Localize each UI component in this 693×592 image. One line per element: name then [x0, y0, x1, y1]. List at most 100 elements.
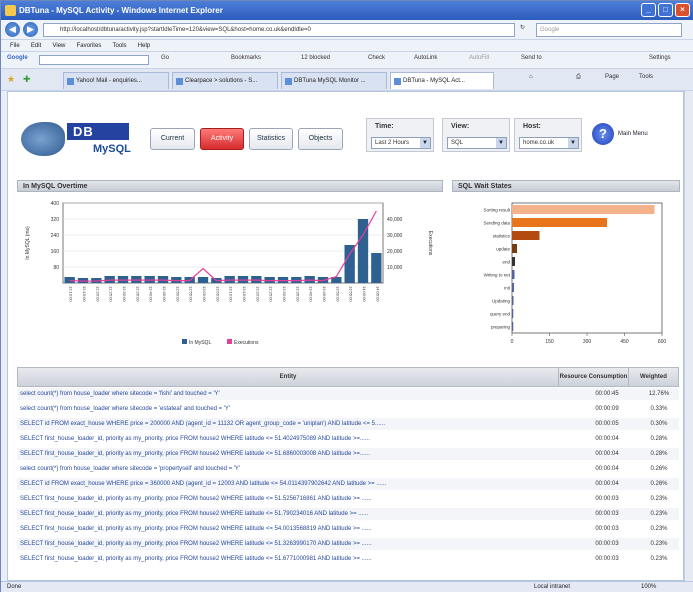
browser-window: DBTuna - MySQL Activity - Windows Intern…: [0, 0, 693, 592]
query-link[interactable]: SELECT first_house_loader_id, priority a…: [20, 448, 560, 460]
view-select[interactable]: SQL ▼: [447, 137, 507, 149]
nav-current[interactable]: Current: [150, 128, 195, 150]
x-tick-label: 12:20:00: [95, 286, 100, 302]
menu-file[interactable]: File: [10, 40, 20, 52]
page-menu[interactable]: Page: [605, 74, 619, 80]
time-select[interactable]: Last 2 Hours ▼: [371, 137, 431, 149]
table-row[interactable]: select count(*) from house_loader where …: [17, 403, 679, 415]
autofill-button[interactable]: AutoFill: [469, 55, 489, 61]
check-button[interactable]: Check: [368, 55, 385, 61]
query-link[interactable]: SELECT first_house_loader_id, priority a…: [20, 493, 560, 505]
status-bar: Done Local intranet 100%: [1, 581, 693, 592]
wait-states-chart: Sorting result Sending data statistics upda…: [452, 193, 680, 361]
menu-edit[interactable]: Edit: [31, 40, 41, 52]
resource-value: 00:00:04: [595, 481, 619, 487]
chevron-down-icon: ▼: [568, 138, 578, 148]
popup-blocked-button[interactable]: 12 blocked: [301, 55, 330, 61]
query-link[interactable]: SELECT id FROM exact_house WHERE price =…: [20, 478, 560, 490]
nav-statistics[interactable]: Statistics: [249, 128, 293, 150]
send-to-button[interactable]: Send to: [521, 55, 542, 61]
menu-tools[interactable]: Tools: [113, 40, 127, 52]
wait-category-label: statistics: [493, 234, 511, 239]
menu-help[interactable]: Help: [138, 40, 150, 52]
table-row[interactable]: SELECT first_house_loader_id, priority a…: [17, 538, 679, 550]
nav-activity[interactable]: Activity: [200, 128, 244, 150]
query-link[interactable]: select count(*) from house_loader where …: [20, 388, 560, 400]
x-tick-label: 13:00:00: [202, 286, 207, 302]
autolink-button[interactable]: AutoLink: [414, 55, 437, 61]
table-row[interactable]: SELECT first_house_loader_id, priority a…: [17, 553, 679, 565]
add-favorites-icon[interactable]: ✚: [23, 74, 31, 85]
legend-executions: Executions: [234, 340, 259, 346]
table-row[interactable]: SELECT id FROM exact_house WHERE price =…: [17, 418, 679, 430]
wait-bar: [512, 244, 517, 253]
maximize-button[interactable]: □: [658, 3, 673, 17]
query-link[interactable]: SELECT id FROM exact_house WHERE price =…: [20, 418, 560, 430]
url-input[interactable]: http://localhost/dbtuna/activity.jsp?sta…: [43, 23, 515, 37]
tab-dbtuna-monitor[interactable]: DBTuna MySQL Monitor ...: [281, 72, 387, 89]
x-tick-label: 14:05:00: [375, 286, 380, 302]
bar: [237, 276, 249, 283]
tools-menu[interactable]: Tools: [639, 74, 653, 80]
query-link[interactable]: select count(*) from house_loader where …: [20, 403, 560, 415]
host-label: Host:: [523, 123, 541, 130]
table-row[interactable]: SELECT first_house_loader_id, priority a…: [17, 523, 679, 535]
refresh-icon[interactable]: ↻: [520, 24, 525, 31]
close-button[interactable]: ×: [675, 3, 690, 17]
table-row[interactable]: SELECT first_house_loader_id, priority a…: [17, 433, 679, 445]
weighted-value: 12.76%: [648, 391, 670, 397]
favorites-star-icon[interactable]: ★: [7, 74, 15, 85]
wait-states-chart-svg: Sorting result Sending data statistics upda…: [483, 202, 666, 345]
logo-dbtuna-text: DB Tuna: [67, 123, 129, 156]
google-go-button[interactable]: Go: [161, 55, 169, 61]
search-input[interactable]: Google: [536, 23, 682, 37]
bar: [197, 277, 209, 283]
wait-bar: [512, 257, 515, 266]
tab-clearpace[interactable]: Clearpace > solutions - S...: [172, 72, 278, 89]
back-icon[interactable]: ◀: [5, 22, 20, 37]
nav-objects[interactable]: Objects: [298, 128, 343, 150]
wait-category-label: update: [496, 247, 510, 252]
forward-icon[interactable]: ▶: [23, 22, 38, 37]
table-row[interactable]: SELECT first_house_loader_id, priority a…: [17, 508, 679, 520]
zoom-level[interactable]: 100%: [641, 582, 656, 592]
query-link[interactable]: SELECT first_house_loader_id, priority a…: [20, 538, 560, 550]
view-select-value: SQL: [451, 140, 464, 146]
table-row[interactable]: SELECT id FROM exact_house WHERE price =…: [17, 478, 679, 490]
tab-dbtuna-activity[interactable]: DBTuna - MySQL Act...: [390, 72, 494, 89]
legend-inmysql: In MySQL: [189, 340, 211, 346]
menu-favorites[interactable]: Favorites: [77, 40, 102, 52]
host-filter: Host: home.co.uk ▼: [514, 118, 582, 152]
x-tick-label: 450: [620, 339, 629, 345]
x-tick-label: 13:05:00: [215, 286, 220, 302]
print-icon[interactable]: ⎙: [576, 74, 581, 81]
host-select[interactable]: home.co.uk ▼: [519, 137, 579, 149]
query-link[interactable]: SELECT first_house_loader_id, priority a…: [20, 523, 560, 535]
settings-button[interactable]: Settings: [649, 55, 671, 61]
vertical-scrollbar[interactable]: [684, 91, 693, 581]
table-row[interactable]: SELECT first_house_loader_id, priority a…: [17, 493, 679, 505]
query-link[interactable]: SELECT first_house_loader_id, priority a…: [20, 553, 560, 565]
bookmarks-button[interactable]: Bookmarks: [231, 55, 261, 61]
col-resource[interactable]: Resource Consumption: [558, 368, 628, 386]
main-menu-link[interactable]: Main Menu: [618, 131, 648, 137]
google-search-input[interactable]: [39, 55, 149, 65]
weighted-value: 0.28%: [650, 436, 668, 442]
table-row[interactable]: select count(*) from house_loader where …: [17, 388, 679, 400]
x-tick-label: 13:20:00: [255, 286, 260, 302]
query-link[interactable]: SELECT first_house_loader_id, priority a…: [20, 433, 560, 445]
home-icon[interactable]: ⌂: [529, 74, 533, 80]
y-tick-label: 400: [51, 201, 60, 207]
table-row[interactable]: select count(*) from house_loader where …: [17, 463, 679, 475]
minimize-button[interactable]: _: [641, 3, 656, 17]
query-link[interactable]: select count(*) from house_loader where …: [20, 463, 560, 475]
col-entity[interactable]: Entity: [18, 368, 558, 386]
tab-yahoo[interactable]: Yahoo! Mail - enquiries...: [63, 72, 169, 89]
table-row[interactable]: SELECT first_house_loader_id, priority a…: [17, 448, 679, 460]
menu-view[interactable]: View: [52, 40, 65, 52]
x-tick-label: 13:50:00: [335, 286, 340, 302]
time-filter: Time: Last 2 Hours ▼: [366, 118, 434, 152]
col-weighted[interactable]: Weighted: [628, 368, 678, 386]
help-icon[interactable]: ?: [592, 123, 614, 145]
query-link[interactable]: SELECT first_house_loader_id, priority a…: [20, 508, 560, 520]
